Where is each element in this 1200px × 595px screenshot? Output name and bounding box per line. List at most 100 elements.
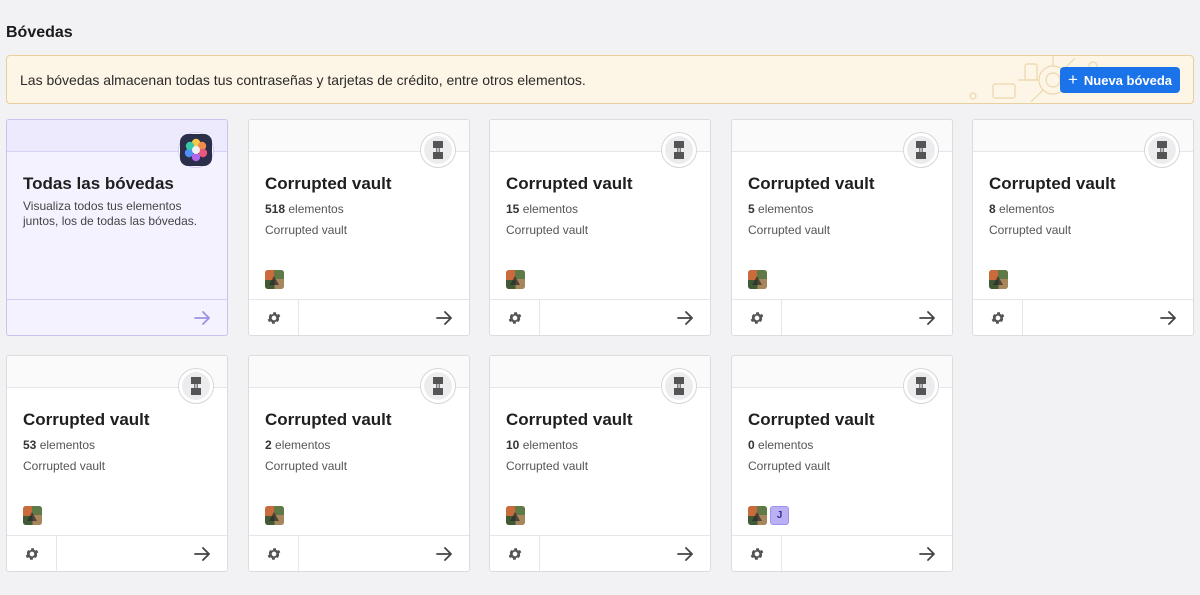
- vault-name: Corrupted vault: [265, 410, 392, 429]
- vault-item-count-number: 2: [265, 438, 272, 452]
- vault-badge: [903, 368, 939, 404]
- vault-settings-button[interactable]: [249, 536, 299, 571]
- vault-settings-button[interactable]: [490, 300, 540, 335]
- vault-lock-icon: [191, 377, 201, 395]
- vault-name: Corrupted vault: [506, 174, 633, 193]
- vault-item-count-number: 5: [748, 202, 755, 216]
- new-vault-button[interactable]: + Nueva bóveda: [1060, 67, 1180, 93]
- avatar[interactable]: [748, 270, 767, 289]
- vault-settings-button[interactable]: [490, 536, 540, 571]
- vault-name: Corrupted vault: [989, 174, 1116, 193]
- vault-card[interactable]: Corrupted vault 5 elementos Corrupted va…: [731, 119, 953, 336]
- gear-icon: [25, 547, 38, 560]
- vault-members: [265, 270, 284, 289]
- vault-name: Corrupted vault: [748, 410, 875, 429]
- vault-name: Todas las bóvedas: [23, 174, 174, 193]
- vault-lock-icon: [674, 141, 684, 159]
- arrow-right-icon: [677, 310, 693, 325]
- open-vault-button[interactable]: [7, 300, 227, 335]
- vault-name: Corrupted vault: [748, 174, 875, 193]
- vault-card[interactable]: Corrupted vault 53 elementos Corrupted v…: [6, 355, 228, 572]
- avatar[interactable]: [506, 506, 525, 525]
- vault-description: Corrupted vault: [748, 223, 831, 237]
- vault-name: Corrupted vault: [23, 410, 150, 429]
- vault-description: Corrupted vault: [265, 223, 348, 237]
- open-vault-button[interactable]: [1023, 300, 1193, 335]
- vault-item-count-suffix: elementos: [36, 438, 96, 452]
- vault-description: Corrupted vault: [23, 459, 106, 473]
- arrow-right-icon: [1160, 310, 1176, 325]
- arrow-right-icon: [677, 546, 693, 561]
- open-vault-button[interactable]: [782, 300, 952, 335]
- vault-name: Corrupted vault: [265, 174, 392, 193]
- vault-description: Corrupted vault: [506, 223, 589, 237]
- card-footer: [249, 535, 469, 571]
- vault-members: [23, 506, 42, 525]
- gear-icon: [991, 311, 1004, 324]
- vault-item-count: 10 elementos: [506, 438, 578, 452]
- vault-item-count-number: 53: [23, 438, 37, 452]
- vault-card[interactable]: Corrupted vault 15 elementos Corrupted v…: [489, 119, 711, 336]
- vault-card[interactable]: Corrupted vault 10 elementos Corrupted v…: [489, 355, 711, 572]
- vault-item-count-suffix: elementos: [519, 438, 579, 452]
- vault-badge: [903, 132, 939, 168]
- vault-lock-icon: [916, 141, 926, 159]
- open-vault-button[interactable]: [299, 536, 469, 571]
- avatar[interactable]: J: [770, 506, 789, 525]
- vault-settings-button[interactable]: [732, 300, 782, 335]
- vault-item-count: 518 elementos: [265, 202, 344, 216]
- open-vault-button[interactable]: [299, 300, 469, 335]
- vault-lock-icon: [916, 377, 926, 395]
- arrow-right-icon: [436, 546, 452, 561]
- avatar[interactable]: [265, 506, 284, 525]
- gear-icon: [508, 311, 521, 324]
- gear-icon: [267, 547, 280, 560]
- card-footer: [7, 535, 227, 571]
- vault-settings-button[interactable]: [249, 300, 299, 335]
- vault-settings-button[interactable]: [7, 536, 57, 571]
- vault-members: [989, 270, 1008, 289]
- open-vault-button[interactable]: [540, 536, 710, 571]
- avatar[interactable]: [989, 270, 1008, 289]
- vault-item-count-number: 0: [748, 438, 755, 452]
- vault-item-count: 15 elementos: [506, 202, 578, 216]
- vault-card[interactable]: Corrupted vault 518 elementos Corrupted …: [248, 119, 470, 336]
- open-vault-button[interactable]: [540, 300, 710, 335]
- vault-item-count-number: 15: [506, 202, 520, 216]
- vault-members: [748, 270, 767, 289]
- vault-settings-button[interactable]: [732, 536, 782, 571]
- vault-lock-icon: [674, 377, 684, 395]
- avatar[interactable]: [506, 270, 525, 289]
- vault-card[interactable]: Corrupted vault 2 elementos Corrupted va…: [248, 355, 470, 572]
- vault-item-count-number: 8: [989, 202, 996, 216]
- vault-badge: [420, 132, 456, 168]
- vault-item-count-suffix: elementos: [519, 202, 579, 216]
- vault-item-count-suffix: elementos: [285, 202, 344, 216]
- card-footer: [732, 299, 952, 335]
- avatar[interactable]: [748, 506, 767, 525]
- avatar[interactable]: [265, 270, 284, 289]
- vault-lock-icon: [433, 377, 443, 395]
- vault-card[interactable]: Corrupted vault 0 elementos Corrupted va…: [731, 355, 953, 572]
- vault-item-count: 5 elementos: [748, 202, 813, 216]
- arrow-right-icon: [436, 310, 452, 325]
- vault-members: [506, 270, 525, 289]
- all-vaults-card[interactable]: Todas las bóvedas Visualiza todos tus el…: [6, 119, 228, 336]
- vault-lock-icon: [1157, 141, 1167, 159]
- vault-item-count-suffix: elementos: [754, 202, 814, 216]
- vault-members: [506, 506, 525, 525]
- open-vault-button[interactable]: [782, 536, 952, 571]
- card-footer: [973, 299, 1193, 335]
- vault-card[interactable]: Corrupted vault 8 elementos Corrupted va…: [972, 119, 1194, 336]
- card-footer: [7, 299, 227, 335]
- vault-item-count-number: 10: [506, 438, 520, 452]
- card-footer: [490, 299, 710, 335]
- open-vault-button[interactable]: [57, 536, 227, 571]
- vault-description: Corrupted vault: [265, 459, 348, 473]
- vault-item-count: 0 elementos: [748, 438, 813, 452]
- vault-settings-button[interactable]: [973, 300, 1023, 335]
- vault-badge: [420, 368, 456, 404]
- arrow-right-icon: [919, 310, 935, 325]
- avatar[interactable]: [23, 506, 42, 525]
- plus-icon: +: [1067, 70, 1078, 89]
